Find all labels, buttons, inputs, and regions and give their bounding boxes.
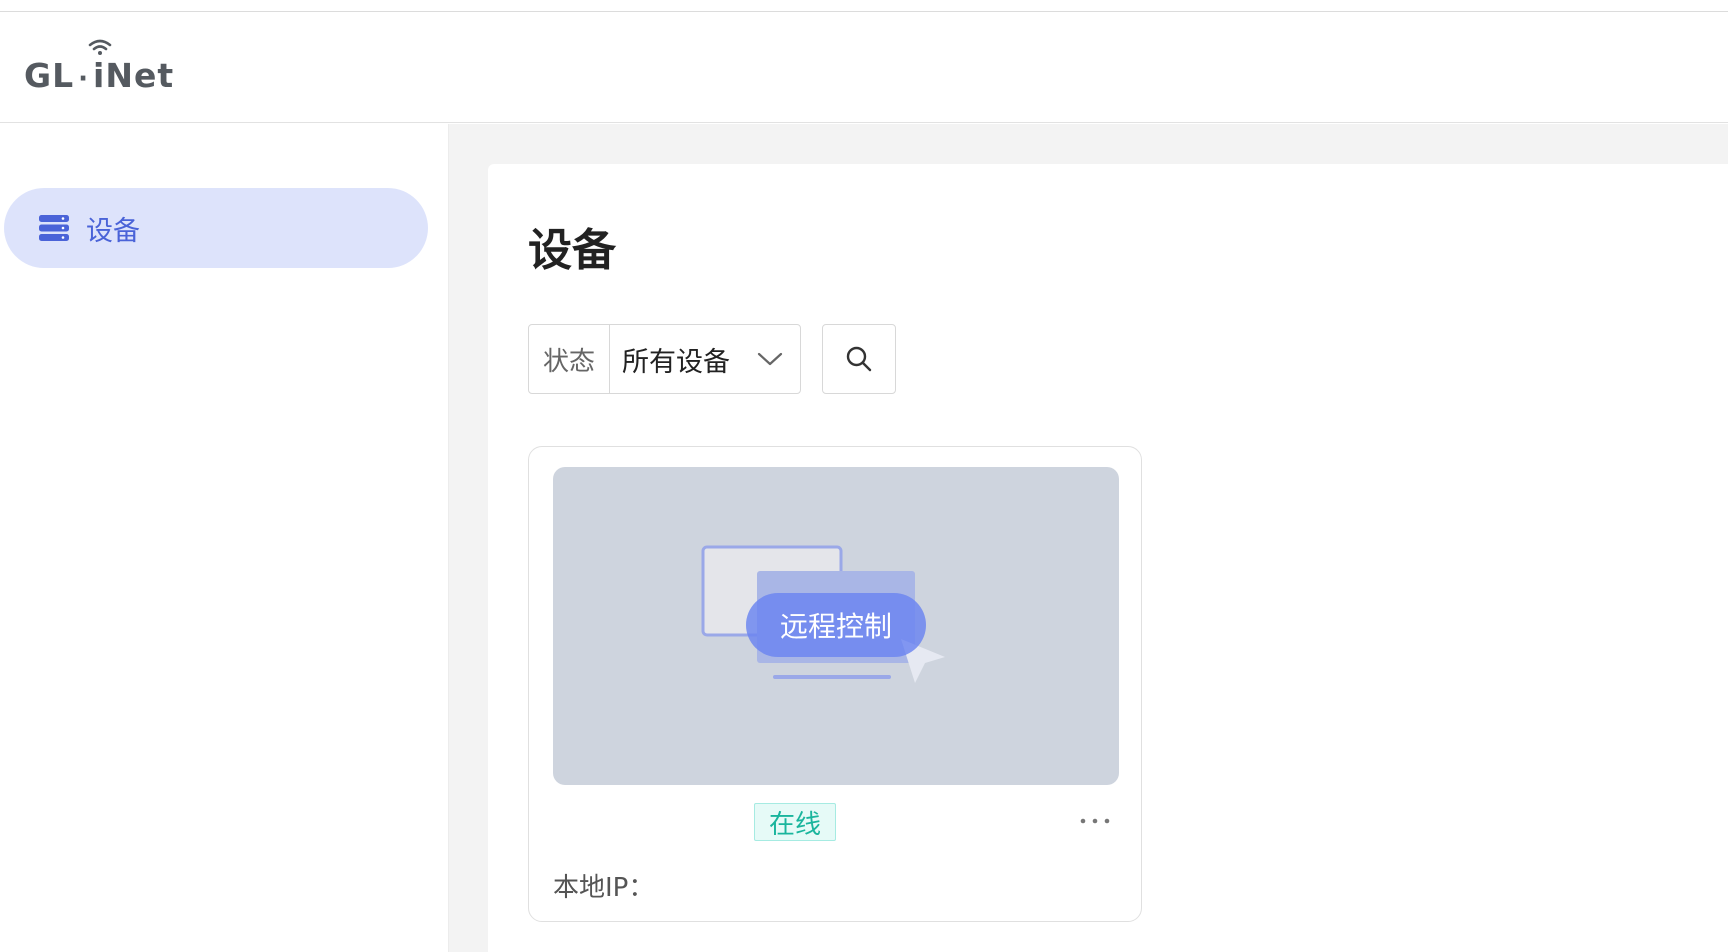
- logo-i: i: [88, 39, 112, 95]
- chevron-down-icon: [757, 352, 783, 366]
- sidebar: 设备: [0, 124, 449, 952]
- logo-text-gl: GL: [24, 56, 75, 95]
- status-badge: 在线: [754, 803, 836, 841]
- search-icon: [846, 346, 872, 372]
- logo-dot: ·: [78, 64, 90, 94]
- device-card: 远程控制 在线 本地IP：: [528, 446, 1142, 922]
- server-icon: [39, 215, 69, 241]
- more-options-button[interactable]: [1075, 805, 1115, 837]
- more-dots-icon: [1080, 818, 1110, 824]
- search-button[interactable]: [822, 324, 896, 394]
- device-preview[interactable]: 远程控制: [553, 467, 1119, 785]
- status-filter-value: 所有设备: [622, 346, 730, 378]
- gl-inet-logo[interactable]: GL · i Net: [24, 39, 175, 95]
- status-filter-label: 状态: [529, 325, 610, 393]
- sidebar-item-devices[interactable]: 设备: [4, 188, 428, 268]
- local-ip-row: 本地IP：: [553, 867, 654, 904]
- logo-text-net: Net: [105, 56, 175, 95]
- main-panel: 设备 状态 所有设备 远程控制 在线 本地IP：: [488, 164, 1728, 952]
- page-title: 设备: [528, 225, 616, 276]
- local-ip-label: 本地IP：: [553, 873, 655, 903]
- logo-text-i: i: [93, 56, 106, 95]
- remote-control-button[interactable]: 远程控制: [746, 593, 926, 657]
- header: GL · i Net: [0, 12, 1728, 123]
- wifi-icon: [88, 39, 112, 55]
- status-filter-select[interactable]: 所有设备: [610, 325, 800, 393]
- status-filter: 状态 所有设备: [528, 324, 801, 394]
- sidebar-item-label: 设备: [86, 215, 140, 247]
- top-divider: [0, 0, 1728, 12]
